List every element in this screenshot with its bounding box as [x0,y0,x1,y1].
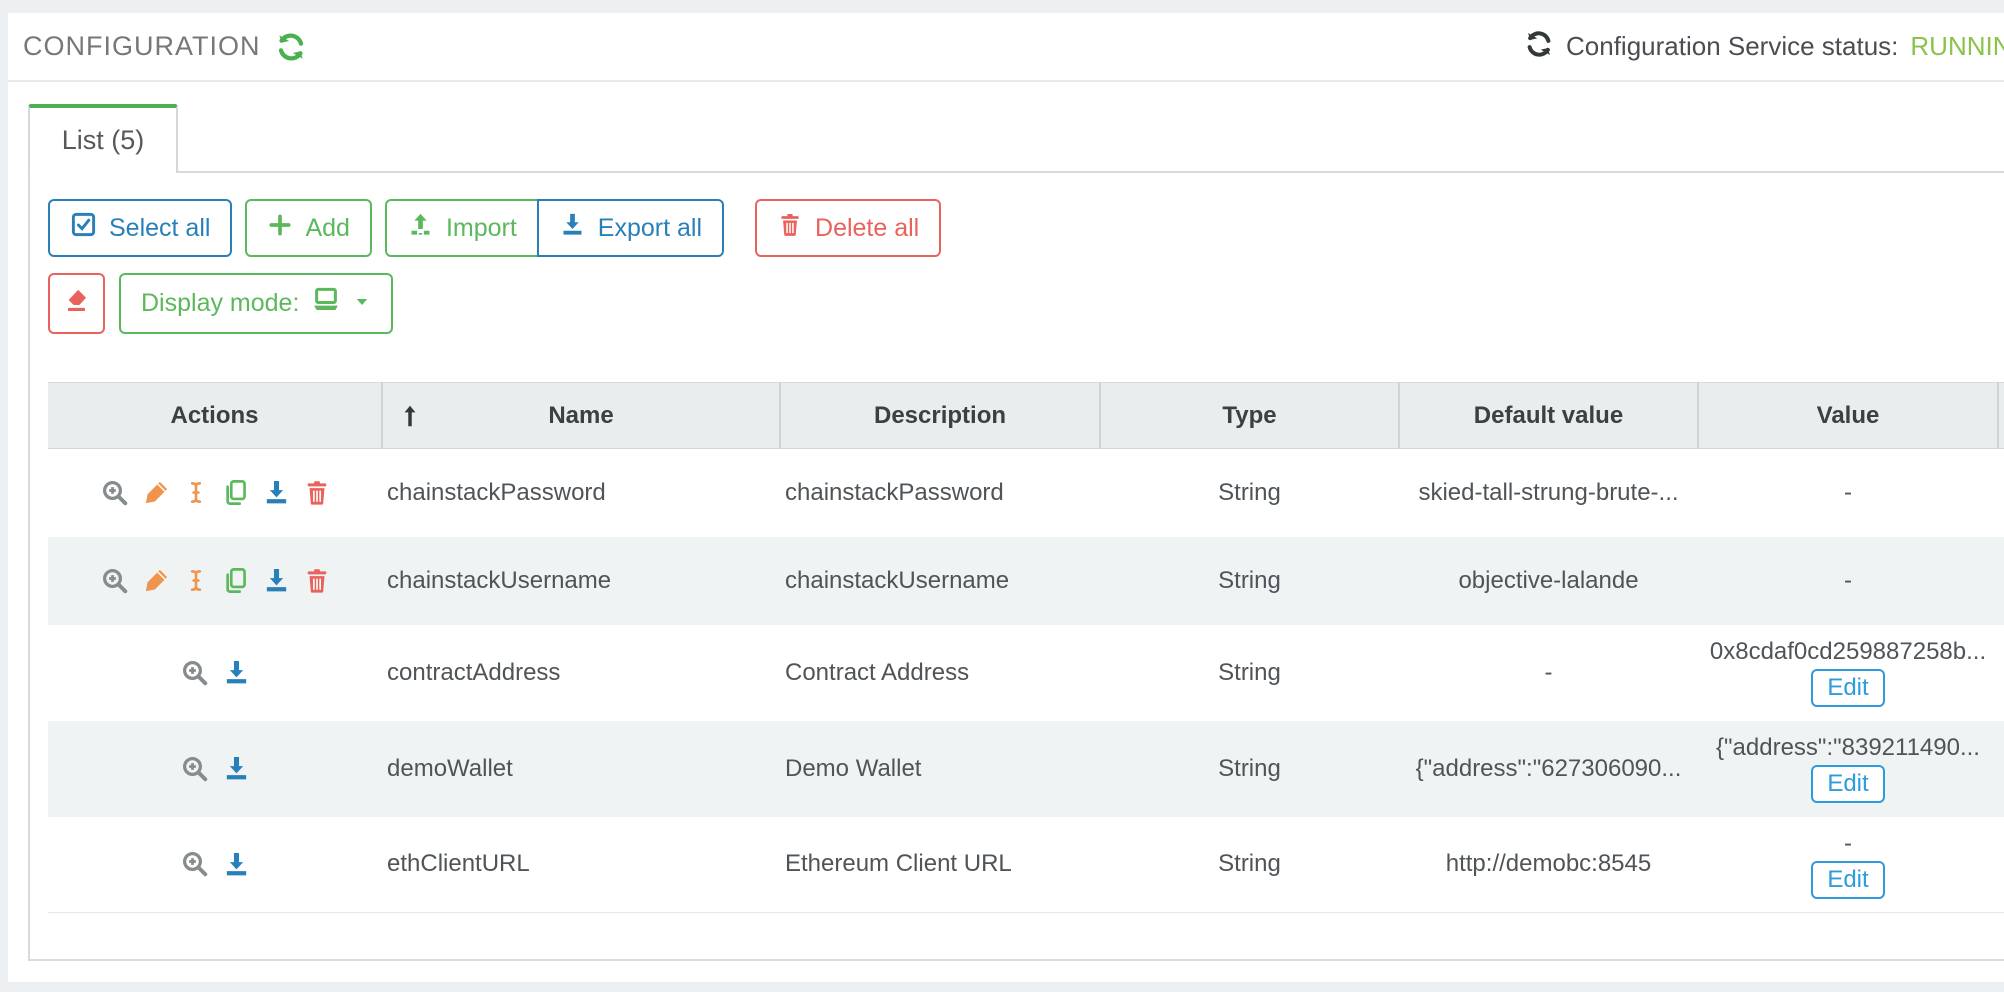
cell-default-value: objective-lalande [1399,537,1698,625]
pencil-icon[interactable] [142,478,171,507]
cell-name: demoWallet [382,721,780,817]
cell-name: chainstackPassword [382,449,780,537]
zoom-in-icon[interactable] [100,566,130,596]
copy-icon[interactable] [221,566,250,595]
add-button[interactable]: Add [245,199,371,257]
table-row: demoWallet Demo Wallet String {"address"… [48,721,2004,817]
export-all-label: Export all [598,214,702,243]
cell-default-value: http://demobc:8545 [1399,817,1698,913]
tab-list-label: List (5) [62,125,145,156]
column-header-name-label: Name [548,402,613,429]
cell-type: String [1100,625,1399,721]
cell-description: Contract Address [780,625,1100,721]
cell-name: ethClientURL [382,817,780,913]
configuration-card: CONFIGURATION Configuration Service stat… [8,13,2004,982]
zoom-in-icon[interactable] [100,478,130,508]
upload-icon [407,211,434,245]
zoom-in-icon[interactable] [180,849,210,879]
download-icon[interactable] [222,850,251,879]
table-header-row: Actions Name Description Type Default va… [48,383,2004,449]
clear-selection-button[interactable] [48,273,105,334]
cell-type: String [1100,817,1399,913]
column-header-value[interactable]: Value [1698,383,1998,449]
trash-icon [777,212,803,245]
cell-value: - [1698,537,1998,625]
sort-ascending-icon[interactable] [397,401,423,431]
cell-value: 0x8cdaf0cd259887258b... [1710,638,1986,666]
column-header-default-value[interactable]: Default value [1399,383,1698,449]
text-cursor-icon[interactable] [183,478,209,507]
cell-description: chainstackUsername [780,537,1100,625]
cell-description: Ethereum Client URL [780,817,1100,913]
status-value: RUNNING [1910,31,2004,62]
tab-list[interactable]: List (5) [28,104,178,173]
tab-bar: List (5) [28,104,2004,173]
select-all-button[interactable]: Select all [48,199,232,257]
laptop-icon [311,285,341,322]
text-cursor-icon[interactable] [183,566,209,595]
trash-icon[interactable] [303,479,331,507]
add-label: Add [305,214,349,243]
cell-default-value: - [1399,625,1698,721]
table-row: chainstackPassword chainstackPassword St… [48,449,2004,537]
status-label: Configuration Service status: [1566,31,1898,62]
toolbar-secondary: Display mode: [48,273,2004,334]
status-refresh-icon[interactable] [1524,29,1554,64]
edit-button[interactable]: Edit [1811,861,1884,899]
column-header-description[interactable]: Description [780,383,1100,449]
export-all-button[interactable]: Export all [537,199,724,257]
cell-value: - [1844,830,1852,858]
tab-panel: Select all Add Import Export all Delete … [28,171,2004,961]
trash-icon[interactable] [303,567,331,595]
import-export-group: Import Export all [385,199,724,257]
select-all-label: Select all [109,214,210,243]
table-row: chainstackUsername chainstackUsername St… [48,537,2004,625]
cell-type: String [1100,537,1399,625]
page-header: CONFIGURATION Configuration Service stat… [8,13,2004,82]
zoom-in-icon[interactable] [180,658,210,688]
delete-all-button[interactable]: Delete all [755,199,941,257]
cell-description: Demo Wallet [780,721,1100,817]
download-icon [559,211,586,245]
page-title: CONFIGURATION [23,31,261,62]
cell-name: chainstackUsername [382,537,780,625]
cell-default-value: skied-tall-strung-brute-... [1399,449,1698,537]
column-header-actions: Actions [48,383,382,449]
cell-description: chainstackPassword [780,449,1100,537]
column-header-type[interactable]: Type [1100,383,1399,449]
configuration-table: Actions Name Description Type Default va… [48,382,2004,913]
table-row: contractAddress Contract Address String … [48,625,2004,721]
refresh-icon[interactable] [275,31,307,63]
cell-default-value: {"address":"627306090... [1399,721,1698,817]
cell-type: String [1100,721,1399,817]
pencil-icon[interactable] [142,566,171,595]
column-header-name[interactable]: Name [382,383,780,449]
import-button[interactable]: Import [385,199,539,257]
checkbox-checked-icon [70,211,97,245]
cell-name: contractAddress [382,625,780,721]
copy-icon[interactable] [221,478,250,507]
download-icon[interactable] [222,754,251,783]
caret-down-icon [353,289,371,318]
zoom-in-icon[interactable] [180,754,210,784]
cell-type: String [1100,449,1399,537]
download-icon[interactable] [262,478,291,507]
cell-value: - [1698,449,1998,537]
display-mode-button[interactable]: Display mode: [119,273,393,334]
edit-button[interactable]: Edit [1811,669,1884,707]
edit-button[interactable]: Edit [1811,765,1884,803]
delete-all-label: Delete all [815,214,919,243]
eraser-icon [63,287,90,321]
service-status: Configuration Service status: RUNNING [1524,13,2004,80]
toolbar: Select all Add Import Export all Delete … [48,199,2004,257]
import-label: Import [446,214,517,243]
table-row: ethClientURL Ethereum Client URL String … [48,817,2004,913]
download-icon[interactable] [262,566,291,595]
column-header-extra [1998,383,2004,449]
cell-value: {"address":"839211490... [1716,734,1980,762]
download-icon[interactable] [222,658,251,687]
display-mode-label: Display mode: [141,289,299,318]
plus-icon [267,212,293,245]
